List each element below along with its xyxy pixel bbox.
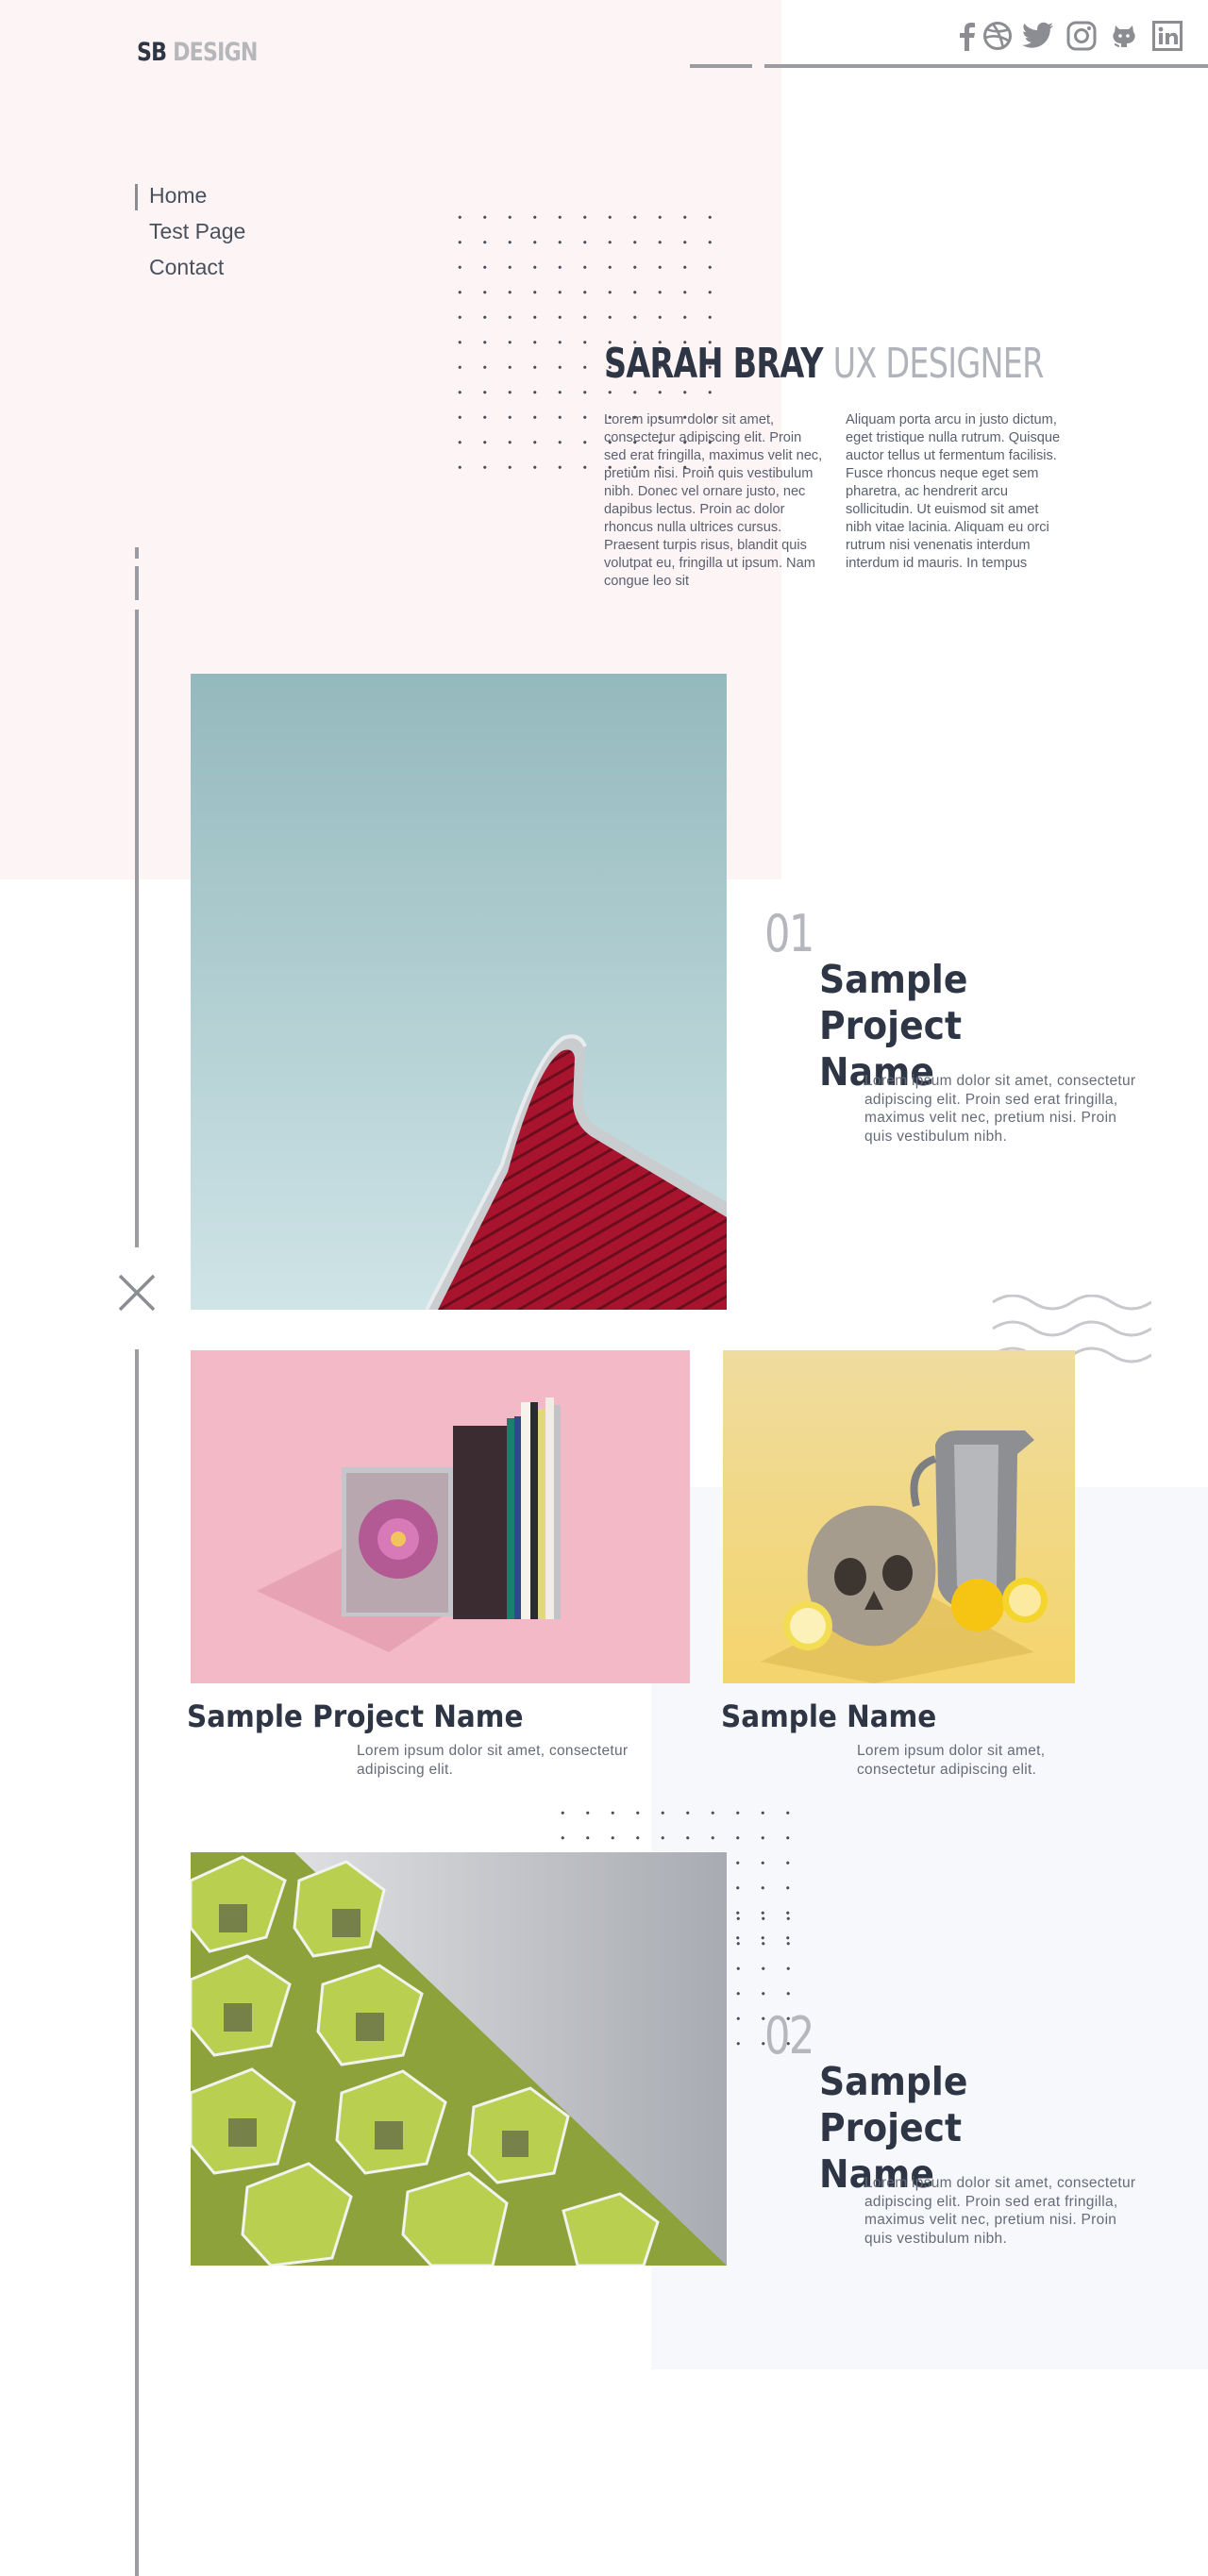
twitter-icon[interactable] — [1021, 19, 1055, 53]
rail-segment — [135, 610, 139, 1247]
project-description: Lorem ipsum dolor sit amet, consectetur … — [357, 1743, 629, 1778]
project-title[interactable]: Sample Name — [721, 1698, 936, 1734]
header-divider — [690, 64, 752, 68]
project-description: Lorem ipsum dolor sit amet, consectetur … — [864, 2175, 1136, 2247]
project-image-still-life[interactable] — [723, 1350, 1075, 1683]
linkedin-icon[interactable] — [1150, 19, 1184, 53]
project-image-red-building[interactable] — [191, 674, 727, 1310]
project-description: Lorem ipsum dolor sit amet, consectetur … — [857, 1743, 1046, 1778]
project-number: 02 — [764, 2006, 814, 2066]
project-image-books[interactable] — [191, 1350, 690, 1683]
rail-segment — [135, 1349, 139, 2576]
hero-bio-column: Lorem ipsum dolor sit amet, consectetur … — [604, 412, 823, 589]
nav-active-indicator — [135, 184, 138, 210]
nav-item-home[interactable]: Home — [149, 183, 207, 209]
project-number: 01 — [764, 904, 814, 963]
logo-secondary: DESIGN — [173, 38, 258, 67]
nav-item-contact[interactable]: Contact — [149, 255, 224, 280]
hero-bio-column: Aliquam porta arcu in justo dictum, eget… — [846, 412, 1061, 571]
header-divider — [764, 64, 1208, 68]
hero-title: SARAH BRAY UX DESIGNER — [604, 340, 1044, 388]
project-image-green-balconies[interactable] — [191, 1852, 727, 2266]
facebook-icon[interactable] — [949, 19, 983, 53]
site-logo[interactable]: SB DESIGN — [137, 38, 258, 67]
instagram-icon[interactable] — [1065, 19, 1099, 53]
nav-item-test-page[interactable]: Test Page — [149, 219, 245, 244]
project-description: Lorem ipsum dolor sit amet, consectetur … — [864, 1073, 1136, 1145]
rail-segment — [135, 547, 139, 559]
hero-role: UX DESIGNER — [832, 340, 1045, 388]
logo-primary: SB — [137, 38, 167, 67]
hero-name: SARAH BRAY — [604, 340, 824, 388]
project-title[interactable]: Sample Project Name — [187, 1698, 523, 1734]
dribbble-icon[interactable] — [981, 19, 1015, 53]
rail-segment — [135, 566, 139, 600]
github-icon[interactable] — [1107, 19, 1141, 53]
close-icon — [118, 1274, 156, 1312]
